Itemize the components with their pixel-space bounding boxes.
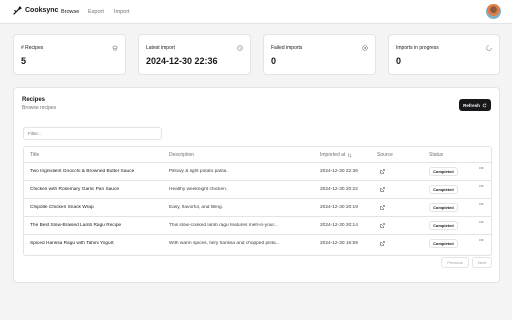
recipe-imported-at: 2024-12-30 16:59 — [320, 241, 358, 246]
recipe-title: Spiced Harissa Ragù with Tahini Yogurt — [30, 241, 114, 246]
column-header-imported-at[interactable]: Imported at — [320, 152, 352, 158]
stat-title: Latest import — [146, 45, 175, 51]
recipes-table: Title Description Imported at Source Sta… — [23, 146, 492, 256]
stat-title: # Recipes — [21, 45, 44, 51]
status-badge: Completed — [429, 239, 458, 248]
external-link-icon[interactable] — [380, 187, 385, 192]
table-row[interactable]: Spiced Harissa Ragù with Tahini Yogurt W… — [24, 235, 491, 253]
stat-card-recipes: # Recipes 5 — [13, 34, 126, 75]
more-actions-icon[interactable]: ··· — [479, 238, 484, 244]
stat-title: Imports in progress — [396, 45, 439, 51]
nav-link-export[interactable]: Export — [88, 9, 104, 15]
panel-title: Recipes — [22, 97, 46, 103]
previous-button[interactable]: Previous — [441, 257, 469, 268]
stat-value: 0 — [396, 56, 402, 66]
brand-name: Cooksync — [25, 7, 59, 14]
status-badge: Completed — [429, 167, 458, 176]
more-actions-icon[interactable]: ··· — [479, 166, 484, 172]
next-button[interactable]: Next — [472, 257, 492, 268]
status-badge: Completed — [429, 203, 458, 212]
refresh-label: Refresh — [463, 102, 480, 108]
external-link-icon[interactable] — [380, 205, 385, 210]
nav-link-browse[interactable]: Browse — [61, 9, 79, 15]
recipe-imported-at: 2024-12-30 20:22 — [320, 187, 358, 192]
stat-card-imports-in-progress: Imports in progress 0 — [388, 34, 500, 75]
table-row[interactable]: Two Ingredient Gnocchi & Browned Butter … — [24, 163, 491, 181]
stat-card-failed-imports: Failed imports 0 — [263, 34, 376, 75]
table-row[interactable]: Chipotle Chicken Snack Wrap Easy, flavor… — [24, 199, 491, 217]
stat-card-latest-import: Latest import 2024-12-30 22:36 — [138, 34, 251, 75]
recipe-description: With warm spices, fiery harissa and chop… — [169, 241, 280, 246]
chef-hat-icon — [112, 45, 118, 51]
clock-icon — [237, 45, 243, 51]
recipe-imported-at: 2024-12-30 22:36 — [320, 169, 358, 174]
recipe-description: Healthy weeknight chicken. — [169, 187, 228, 192]
column-header-source: Source — [377, 152, 393, 158]
panel-subtitle: Browse recipes — [22, 105, 57, 111]
external-link-icon[interactable] — [380, 169, 385, 174]
external-link-icon[interactable] — [380, 241, 385, 246]
stat-value: 5 — [21, 56, 27, 66]
loader-circle-icon — [486, 45, 492, 51]
table-row[interactable]: The Best Slow-Braised Lamb Ragu Recipe T… — [24, 217, 491, 235]
stat-title: Failed imports — [271, 45, 303, 51]
avatar[interactable] — [486, 4, 501, 19]
stat-value: 2024-12-30 22:36 — [146, 56, 218, 66]
recipe-title: Two Ingredient Gnocchi & Browned Butter … — [30, 169, 135, 174]
recipe-title: Chipotle Chicken Snack Wrap — [30, 205, 94, 210]
top-nav: Cooksync Browse Export Import — [0, 0, 512, 24]
x-circle-icon — [362, 45, 368, 51]
more-actions-icon[interactable]: ··· — [479, 202, 484, 208]
logo-icon — [13, 6, 22, 15]
nav-link-import[interactable]: Import — [114, 9, 130, 15]
status-badge: Completed — [429, 221, 458, 230]
column-header-title: Title — [30, 152, 40, 158]
recipe-imported-at: 2024-12-30 20:14 — [320, 223, 358, 228]
recipe-description: Easy, flavorful, and filling. — [169, 205, 224, 210]
recipe-description: Pillowy & light potato pasta. — [169, 169, 228, 174]
filter-input[interactable] — [23, 127, 162, 140]
sort-icon — [347, 152, 352, 158]
brand[interactable]: Cooksync — [13, 6, 58, 15]
recipe-title: The Best Slow-Braised Lamb Ragu Recipe — [30, 223, 122, 228]
column-header-status: Status — [429, 152, 444, 158]
external-link-icon[interactable] — [380, 223, 385, 228]
column-header-description: Description — [169, 152, 195, 158]
recipe-title: Chicken with Rosemary Garlic Pan Sauce — [30, 187, 120, 192]
column-header-imported-at-label: Imported at — [320, 152, 346, 158]
table-row[interactable]: Chicken with Rosemary Garlic Pan Sauce H… — [24, 181, 491, 199]
recipes-panel: Recipes Browse recipes Refresh Title Des… — [13, 87, 500, 283]
refresh-button[interactable]: Refresh — [459, 99, 491, 111]
more-actions-icon[interactable]: ··· — [479, 184, 484, 190]
recipe-description: This slow-cooked lamb ragu features melt… — [169, 223, 278, 228]
recipe-imported-at: 2024-12-30 20:19 — [320, 205, 358, 210]
more-actions-icon[interactable]: ··· — [479, 220, 484, 226]
refresh-icon — [482, 102, 487, 107]
stat-value: 0 — [271, 56, 277, 66]
status-badge: Completed — [429, 185, 458, 194]
